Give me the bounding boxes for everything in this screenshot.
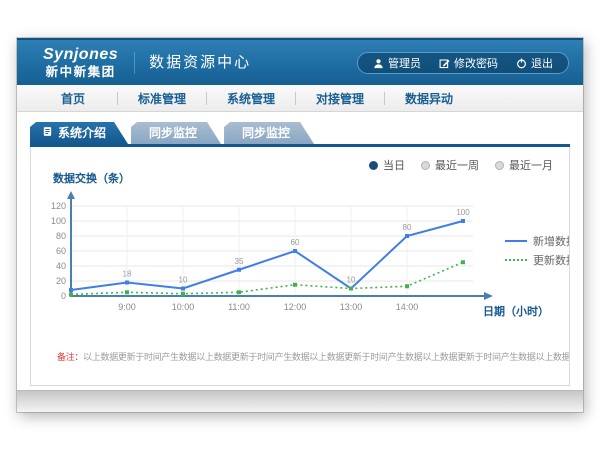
tab-label: 同步监控 (149, 122, 197, 144)
radio-label: 最近一周 (435, 157, 479, 173)
change-password-item[interactable]: 修改密码 (430, 55, 507, 71)
power-icon (516, 58, 527, 69)
svg-text:10:00: 10:00 (172, 302, 195, 312)
svg-text:100: 100 (456, 208, 470, 217)
radio-option-last-week[interactable]: 最近一周 (421, 157, 479, 173)
svg-text:13:00: 13:00 (340, 302, 363, 312)
nav-item-system-mgmt[interactable]: 系统管理 (207, 90, 295, 107)
app-title: 数据资源中心 (134, 52, 251, 74)
svg-text:40: 40 (56, 261, 66, 271)
logo-subtitle: 新中新集团 (43, 65, 118, 79)
content-area: 系统介绍 同步监控 同步监控 当日 最近一周 (17, 112, 583, 390)
footnote-text: 以上数据更新于时间产生数据以上数据更新于时间产生数据以上数据更新于时间产生数据以… (83, 352, 570, 362)
radio-label: 最近一月 (509, 157, 553, 173)
user-name-label: 管理员 (388, 55, 421, 71)
svg-text:120: 120 (51, 201, 66, 211)
edit-icon (439, 58, 450, 69)
tab-sync-monitor-1[interactable]: 同步监控 (131, 122, 221, 144)
user-toolbar: 管理员 修改密码 退出 (357, 52, 569, 74)
footnote-label: 备注： (57, 352, 83, 362)
tab-system-intro[interactable]: 系统介绍 (30, 122, 128, 144)
tab-sync-monitor-2[interactable]: 同步监控 (224, 122, 314, 144)
x-axis-title: 日期（小时） (483, 303, 549, 319)
radio-option-today[interactable]: 当日 (369, 157, 405, 173)
user-icon (373, 58, 384, 69)
logout-label: 退出 (531, 55, 553, 71)
svg-text:0: 0 (61, 291, 66, 301)
svg-text:80: 80 (56, 231, 66, 241)
tab-bar: 系统介绍 同步监控 同步监控 (30, 122, 314, 144)
main-nav: 首页 标准管理 系统管理 对接管理 数据异动 (17, 85, 583, 112)
window-footer (17, 390, 583, 412)
footnote: 备注：以上数据更新于时间产生数据以上数据更新于时间产生数据以上数据更新于时间产生… (57, 350, 570, 363)
logout-item[interactable]: 退出 (507, 55, 562, 71)
legend-item-updated-data[interactable]: 更新数据 (505, 250, 570, 269)
svg-text:80: 80 (403, 223, 412, 232)
line-chart: 0 20 40 60 80 100 120 9:00 10:00 11:00 12:00 13:00 1… (41, 189, 511, 331)
svg-text:60: 60 (56, 246, 66, 256)
user-menu-item[interactable]: 管理员 (364, 55, 430, 71)
svg-text:9:00: 9:00 (118, 302, 136, 312)
y-axis-title: 数据交换（条） (53, 170, 130, 186)
time-filter-radios: 当日 最近一周 最近一月 (369, 157, 553, 173)
tab-label: 同步监控 (242, 122, 290, 144)
legend-line-dotted (505, 259, 527, 261)
svg-text:11:00: 11:00 (228, 302, 250, 312)
legend-line-solid (505, 240, 527, 242)
legend-label: 新增数据 (533, 233, 570, 249)
svg-text:10: 10 (179, 276, 188, 285)
svg-text:10: 10 (347, 276, 356, 285)
radio-dot-selected (369, 161, 378, 170)
radio-dot (421, 161, 430, 170)
tab-label: 系统介绍 (58, 122, 106, 144)
chart-legend: 新增数据 更新数据 (505, 231, 570, 269)
svg-text:20: 20 (56, 276, 66, 286)
header: Synjones 新中新集团 数据资源中心 管理员 修改密码 退出 (17, 38, 583, 85)
brand-logo: Synjones 新中新集团 (43, 46, 118, 79)
radio-option-last-month[interactable]: 最近一月 (495, 157, 553, 173)
content-panel: 当日 最近一周 最近一月 数据交换（条） 0 20 40 60 80 100 120 9:00… (30, 147, 570, 386)
nav-item-connection-mgmt[interactable]: 对接管理 (296, 90, 384, 107)
svg-text:12:00: 12:00 (284, 302, 307, 312)
document-icon (42, 122, 53, 144)
legend-item-new-data[interactable]: 新增数据 (505, 231, 570, 250)
svg-text:60: 60 (291, 238, 300, 247)
radio-dot (495, 161, 504, 170)
svg-text:18: 18 (123, 270, 132, 279)
logo-script: Synjones (43, 46, 118, 64)
nav-item-home[interactable]: 首页 (29, 90, 117, 107)
change-password-label: 修改密码 (454, 55, 498, 71)
legend-label: 更新数据 (533, 252, 570, 268)
app-window: Synjones 新中新集团 数据资源中心 管理员 修改密码 退出 (17, 38, 583, 412)
svg-text:100: 100 (51, 216, 66, 226)
nav-item-data-change[interactable]: 数据异动 (385, 90, 473, 107)
nav-item-standard-mgmt[interactable]: 标准管理 (118, 90, 206, 107)
svg-text:14:00: 14:00 (396, 302, 419, 312)
radio-label: 当日 (383, 157, 405, 173)
svg-text:35: 35 (235, 257, 244, 266)
